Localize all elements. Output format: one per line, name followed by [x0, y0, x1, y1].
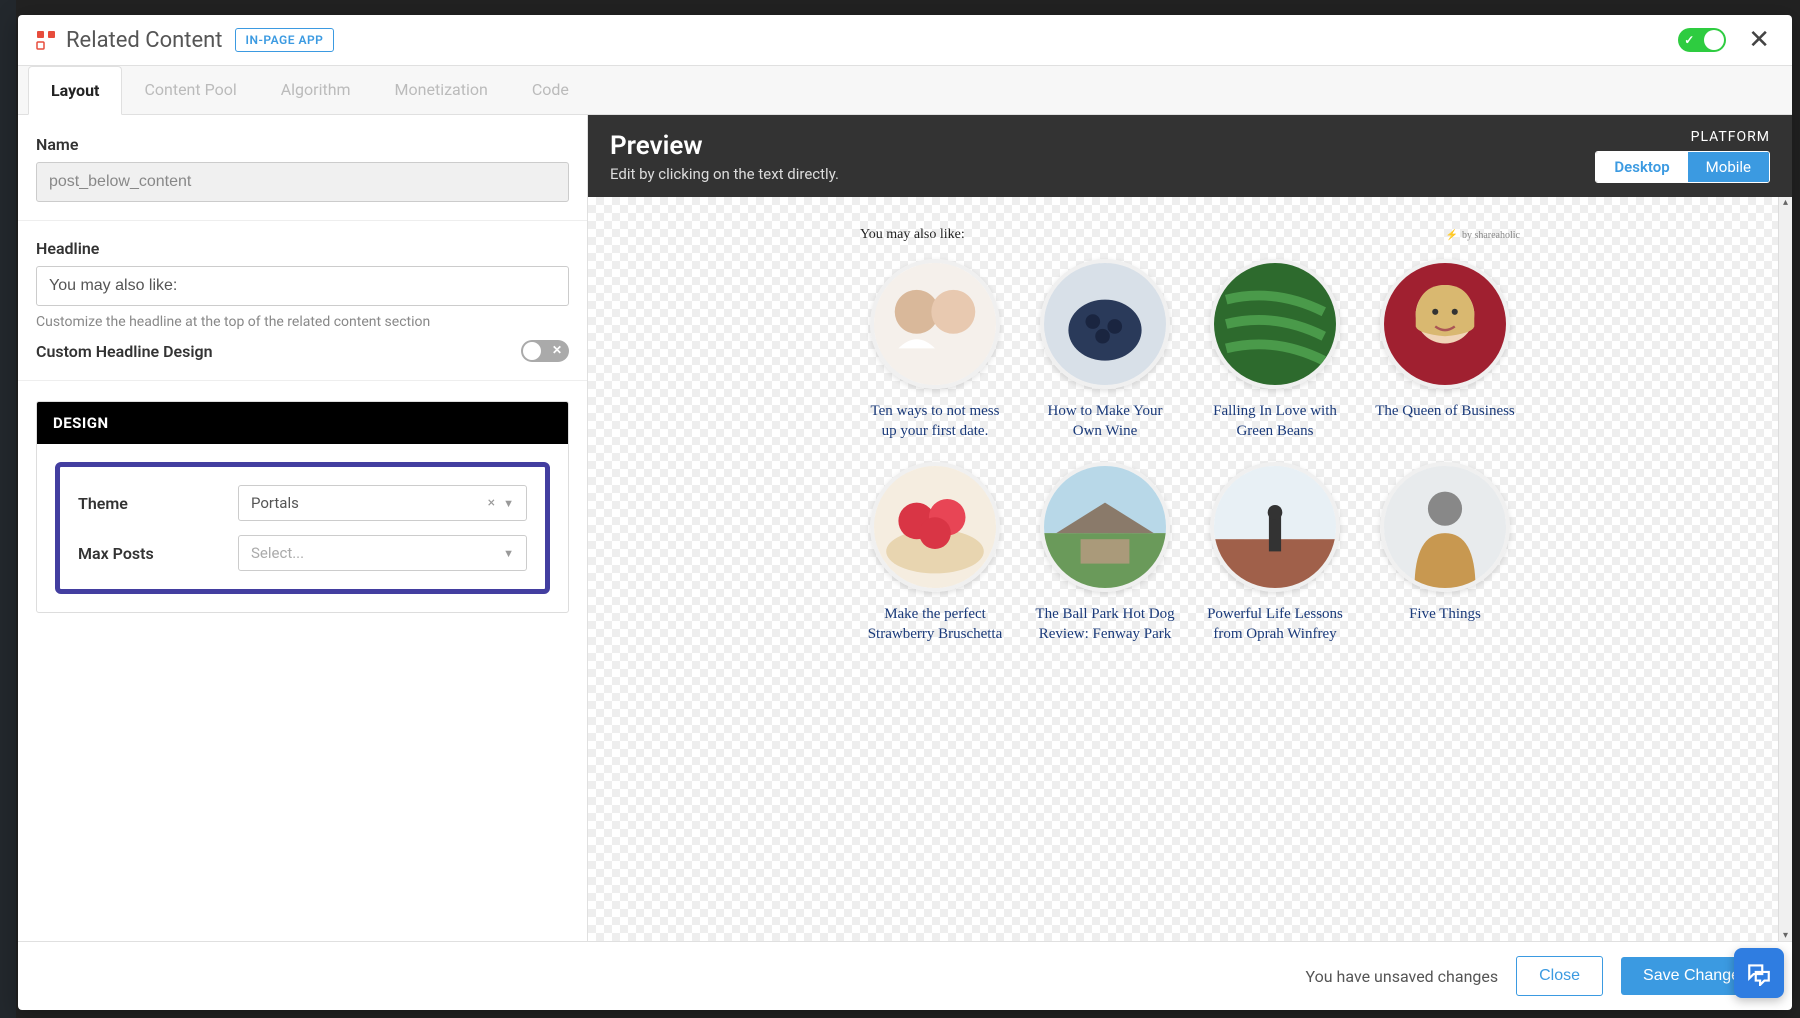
card-title: Powerful Life Lessons from Oprah Winfrey	[1205, 604, 1345, 645]
preview-panel: Preview Edit by clicking on the text dir…	[588, 115, 1792, 941]
tab-code[interactable]: Code	[510, 66, 591, 114]
chevron-down-icon: ▼	[503, 497, 514, 510]
unsaved-changes-msg: You have unsaved changes	[1306, 967, 1499, 986]
platform-toggle: Desktop Mobile	[1595, 151, 1770, 183]
preview-card[interactable]: Make the perfect Strawberry Bruschetta	[865, 462, 1005, 645]
scroll-up-icon[interactable]: ▴	[1779, 197, 1792, 208]
settings-panel: Name Headline Customize the headline at …	[18, 115, 588, 941]
preview-card[interactable]: Five Things	[1375, 462, 1515, 645]
headline-help: Customize the headline at the top of the…	[36, 314, 569, 330]
clear-icon[interactable]: ×	[488, 495, 495, 511]
preview-grid: Ten ways to not mess up your first date.…	[860, 259, 1520, 644]
design-frame: Theme Portals × ▼ Max Posts	[55, 462, 550, 594]
theme-label: Theme	[78, 494, 238, 513]
inpage-app-badge: IN-PAGE APP	[235, 28, 335, 52]
chat-icon	[1746, 960, 1772, 986]
custom-headline-toggle[interactable]: ✕	[521, 340, 569, 362]
chevron-down-icon: ▼	[503, 547, 514, 560]
preview-card[interactable]: The Ball Park Hot Dog Review: Fenway Par…	[1035, 462, 1175, 645]
card-image	[870, 259, 1000, 389]
preview-title: Preview	[610, 131, 839, 161]
preview-card[interactable]: The Queen of Business	[1375, 259, 1515, 442]
card-title: The Ball Park Hot Dog Review: Fenway Par…	[1035, 604, 1175, 645]
platform-mobile[interactable]: Mobile	[1688, 152, 1769, 182]
theme-select[interactable]: Portals × ▼	[238, 485, 527, 521]
platform-desktop[interactable]: Desktop	[1596, 152, 1687, 182]
attribution: ⚡ by shareaholic	[1446, 230, 1521, 241]
app-icon	[36, 30, 56, 50]
card-title: Make the perfect Strawberry Bruschetta	[865, 604, 1005, 645]
modal-title: Related Content	[66, 28, 223, 53]
modal-footer: You have unsaved changes Close Save Chan…	[18, 941, 1792, 1010]
close-icon[interactable]: ✕	[1744, 25, 1774, 55]
modal-related-content: Related Content IN-PAGE APP ✓ ✕ Layout C…	[18, 15, 1792, 1010]
bolt-icon: ⚡	[1446, 230, 1458, 241]
tab-content-pool[interactable]: Content Pool	[122, 66, 258, 114]
preview-header: Preview Edit by clicking on the text dir…	[588, 115, 1792, 197]
design-header: DESIGN	[37, 402, 568, 444]
card-image	[870, 462, 1000, 592]
preview-headline[interactable]: You may also like:	[860, 227, 965, 243]
scroll-down-icon[interactable]: ▾	[1779, 930, 1792, 941]
preview-canvas: You may also like: ⚡ by shareaholic Ten …	[588, 197, 1792, 941]
max-posts-select[interactable]: Select... ▼	[238, 535, 527, 571]
check-icon: ✓	[1684, 33, 1694, 47]
max-posts-label: Max Posts	[78, 544, 238, 563]
custom-headline-label: Custom Headline Design	[36, 342, 213, 361]
scrollbar[interactable]: ▴ ▾	[1778, 197, 1792, 941]
card-image	[1040, 462, 1170, 592]
headline-label: Headline	[36, 239, 569, 258]
tab-layout[interactable]: Layout	[28, 66, 122, 115]
tab-algorithm[interactable]: Algorithm	[259, 66, 373, 114]
headline-input[interactable]	[36, 266, 569, 306]
name-label: Name	[36, 135, 569, 154]
card-title: How to Make Your Own Wine	[1035, 401, 1175, 442]
card-image	[1380, 259, 1510, 389]
card-image	[1210, 259, 1340, 389]
name-input[interactable]	[36, 162, 569, 202]
card-image	[1210, 462, 1340, 592]
x-icon: ✕	[552, 343, 562, 357]
preview-subtitle: Edit by clicking on the text directly.	[610, 165, 839, 183]
tabs: Layout Content Pool Algorithm Monetizati…	[18, 66, 1792, 115]
card-title: The Queen of Business	[1375, 401, 1515, 421]
card-title: Falling In Love with Green Beans	[1205, 401, 1345, 442]
card-image	[1040, 259, 1170, 389]
enabled-toggle[interactable]: ✓	[1678, 28, 1726, 52]
card-image	[1380, 462, 1510, 592]
platform-label: PLATFORM	[1595, 129, 1770, 145]
preview-card[interactable]: How to Make Your Own Wine	[1035, 259, 1175, 442]
close-button[interactable]: Close	[1516, 956, 1603, 996]
tab-monetization[interactable]: Monetization	[373, 66, 510, 114]
preview-card[interactable]: Ten ways to not mess up your first date.	[865, 259, 1005, 442]
design-section: DESIGN Theme Portals × ▼	[36, 401, 569, 613]
card-title: Ten ways to not mess up your first date.	[865, 401, 1005, 442]
preview-card[interactable]: Falling In Love with Green Beans	[1205, 259, 1345, 442]
chat-widget[interactable]	[1734, 948, 1784, 998]
card-title: Five Things	[1375, 604, 1515, 624]
modal-header: Related Content IN-PAGE APP ✓ ✕	[18, 15, 1792, 66]
preview-card[interactable]: Powerful Life Lessons from Oprah Winfrey	[1205, 462, 1345, 645]
